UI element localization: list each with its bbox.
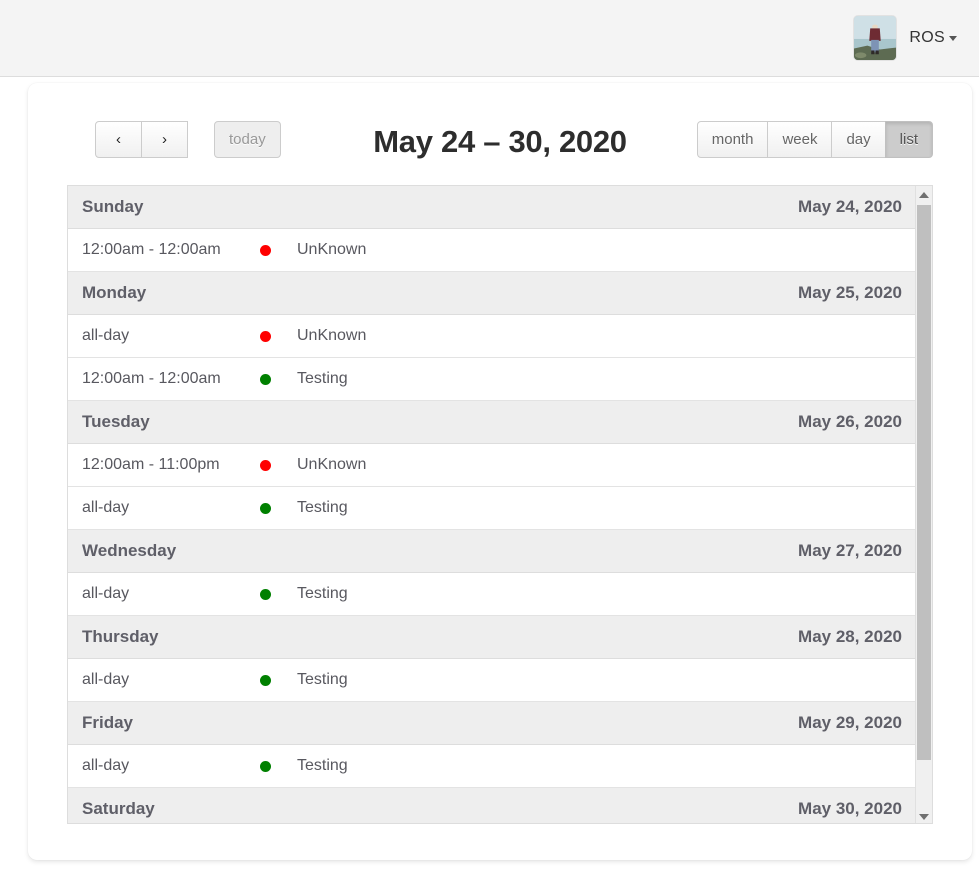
list-day-header: Saturday May 30, 2020 — [68, 788, 916, 823]
event-time: all-day — [82, 327, 130, 344]
event-time: all-day — [82, 757, 130, 774]
event-dot-icon — [260, 760, 271, 772]
list-event-row[interactable]: all-day Testing — [68, 745, 916, 788]
list-event-row[interactable]: 12:00am - 12:00am UnKnown — [68, 229, 916, 272]
event-color-cell — [260, 588, 297, 600]
list-event-row[interactable]: 12:00am - 12:00am Testing — [68, 358, 916, 401]
list-day-header: Friday May 29, 2020 — [68, 702, 916, 745]
app-header: ROS — [0, 0, 979, 77]
user-name: ROS — [909, 29, 945, 46]
list-day-header: Sunday May 24, 2020 — [68, 186, 916, 229]
calendar-toolbar: ‹ › today May 24 – 30, 2020 month week d… — [67, 121, 933, 167]
view-button-month[interactable]: month — [696, 121, 769, 158]
triangle-up-icon — [919, 191, 929, 198]
event-dot-icon — [260, 588, 271, 600]
triangle-down-icon — [919, 813, 929, 820]
event-dot-icon — [260, 502, 271, 514]
event-color-cell — [260, 502, 297, 514]
event-time: 12:00am - 12:00am — [82, 241, 221, 258]
event-title: Testing — [297, 757, 348, 774]
list-day-header: Thursday May 28, 2020 — [68, 616, 916, 659]
list-day-name: Wednesday — [82, 541, 177, 560]
list-event-row[interactable]: all-day Testing — [68, 487, 916, 530]
app-header-right: ROS — [853, 0, 957, 76]
event-dot-icon — [260, 244, 271, 256]
list-day-date: May 30, 2020 — [798, 799, 902, 818]
event-dot-icon — [260, 674, 271, 686]
view-button-week[interactable]: week — [767, 121, 833, 158]
chevron-down-icon — [949, 35, 957, 41]
list-day-name: Friday — [82, 713, 134, 732]
event-color-cell — [260, 674, 297, 686]
list-scroll-area[interactable]: Sunday May 24, 2020 12:00am - 12:00am UnKno… — [68, 186, 916, 823]
event-color-cell — [260, 760, 297, 772]
view-switcher: month week day list — [696, 121, 933, 158]
list-day-date: May 26, 2020 — [798, 412, 902, 431]
event-time: 12:00am - 11:00pm — [82, 456, 220, 473]
event-color-cell — [260, 373, 297, 385]
list-event-row[interactable]: all-day UnKnown — [68, 315, 916, 358]
event-color-cell — [260, 244, 297, 256]
event-time: all-day — [82, 671, 130, 688]
list-event-row[interactable]: all-day Testing — [68, 573, 916, 616]
event-title: UnKnown — [297, 241, 367, 258]
list-view: Sunday May 24, 2020 12:00am - 12:00am UnKno… — [67, 185, 933, 824]
list-day-name: Monday — [82, 283, 147, 302]
list-day-name: Sunday — [82, 197, 144, 216]
view-button-list[interactable]: list — [884, 121, 933, 158]
user-menu[interactable]: ROS — [909, 29, 957, 47]
scroll-down-button[interactable] — [916, 808, 932, 823]
event-title: Testing — [297, 671, 348, 688]
list-event-row[interactable]: 12:00am - 11:00pm UnKnown — [68, 444, 916, 487]
list-day-date: May 29, 2020 — [798, 713, 902, 732]
list-day-header: Monday May 25, 2020 — [68, 272, 916, 315]
list-day-date: May 27, 2020 — [798, 541, 902, 560]
list-day-name: Tuesday — [82, 412, 150, 431]
event-dot-icon — [260, 373, 271, 385]
list-event-row[interactable]: all-day Testing — [68, 659, 916, 702]
calendar-card: ‹ › today May 24 – 30, 2020 month week d… — [28, 83, 972, 860]
event-time: all-day — [82, 585, 130, 602]
event-time: 12:00am - 12:00am — [82, 370, 221, 387]
avatar-image — [854, 16, 897, 60]
avatar[interactable] — [853, 15, 898, 61]
scrollbar-thumb[interactable] — [917, 205, 931, 760]
list-day-name: Thursday — [82, 627, 159, 646]
event-dot-icon — [260, 459, 271, 471]
event-title: Testing — [297, 585, 348, 602]
event-title: Testing — [297, 370, 348, 387]
scroll-up-button[interactable] — [916, 186, 932, 203]
list-day-date: May 25, 2020 — [798, 283, 902, 302]
view-button-day[interactable]: day — [831, 121, 886, 158]
event-title: UnKnown — [297, 327, 367, 344]
event-dot-icon — [260, 330, 271, 342]
event-color-cell — [260, 330, 297, 342]
list-day-date: May 28, 2020 — [798, 627, 902, 646]
event-time: all-day — [82, 499, 130, 516]
list-day-date: May 24, 2020 — [798, 197, 902, 216]
list-day-header: Tuesday May 26, 2020 — [68, 401, 916, 444]
event-title: Testing — [297, 499, 348, 516]
event-color-cell — [260, 459, 297, 471]
list-day-header: Wednesday May 27, 2020 — [68, 530, 916, 573]
list-day-name: Saturday — [82, 799, 155, 818]
list-scrollbar[interactable] — [915, 186, 932, 823]
event-title: UnKnown — [297, 456, 367, 473]
